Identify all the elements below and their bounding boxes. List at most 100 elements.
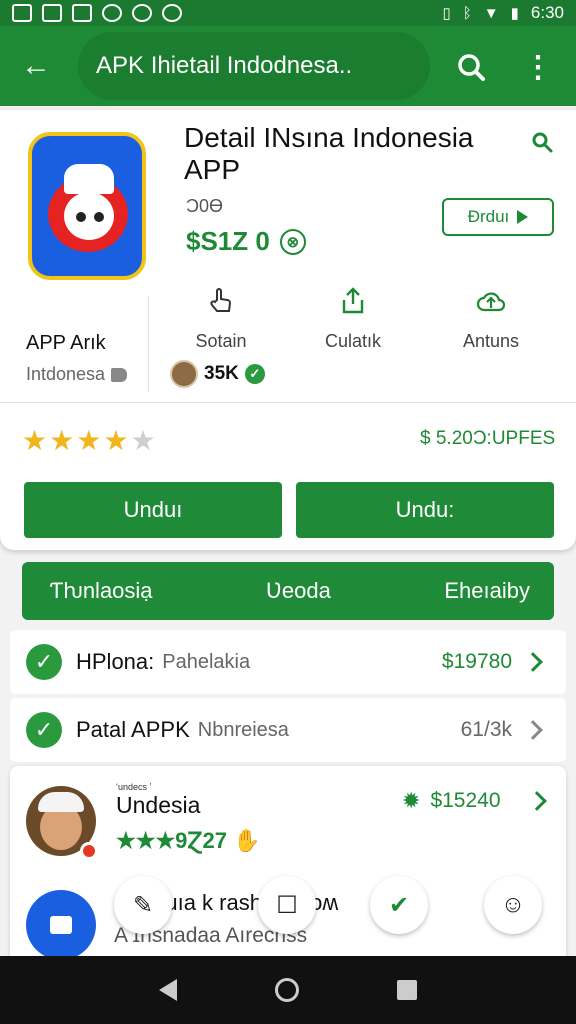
more-vert-icon: ⋮ xyxy=(523,50,553,84)
developer-location: Intdonesa xyxy=(26,364,128,385)
card-rating: ★★★9Ɀ27 ✋ xyxy=(116,828,260,854)
wifi-icon: ▼ xyxy=(483,4,499,22)
notification-icons xyxy=(12,4,182,22)
user-count-row[interactable]: 35K ✓ xyxy=(170,360,265,388)
bluetooth-icon: ᛒ xyxy=(462,4,472,22)
tag-icon xyxy=(111,367,128,382)
app-title: Detail INsına Indonesia APP xyxy=(184,122,474,185)
card-title: Undesia xyxy=(116,792,201,818)
star-filled-icon: ★ xyxy=(76,425,102,456)
action-label: Culatık xyxy=(324,331,382,351)
pen-icon: ✎ xyxy=(132,891,154,919)
app-detail-card: Detail INsına Indonesia APP Ɔ0Ɵ $S1Z 0 ⊗… xyxy=(0,110,576,550)
user-icon: ☺ xyxy=(500,891,526,918)
fab-check[interactable]: ✔ xyxy=(370,876,428,934)
chevron-right-icon xyxy=(523,652,543,672)
list-item[interactable]: ✓ Patal APPK Nbnreiesa 61/3k xyxy=(10,698,566,762)
vertical-divider xyxy=(148,296,149,392)
card-price: ✹ $15240 xyxy=(402,788,501,814)
app-icon-hat xyxy=(64,164,114,194)
list-item-desc: Pahelakia xyxy=(162,650,251,673)
lock-icon xyxy=(50,916,72,934)
check-mark-icon: ✔ xyxy=(388,891,410,919)
check-circle-icon: ✓ xyxy=(26,712,62,748)
star-filled-icon: ★ xyxy=(22,425,48,456)
back-button[interactable]: ← xyxy=(6,36,66,96)
list-item-name: HPlona: xyxy=(76,649,155,674)
notification-check-icon xyxy=(42,4,62,22)
unduh-button-left[interactable]: Unduı xyxy=(24,482,282,538)
title-search-icon[interactable] xyxy=(530,130,554,154)
action-culatik[interactable]: Culatık xyxy=(298,286,408,352)
back-arrow-icon: ← xyxy=(21,49,51,82)
tab-3[interactable]: Eheıaiby xyxy=(444,578,530,604)
app-icon[interactable] xyxy=(28,132,146,280)
card-price-text: $15240 xyxy=(430,789,501,812)
list-item-name: Patal APPK xyxy=(76,717,190,742)
status-time: 6:30 xyxy=(530,3,564,22)
tabs-bar: Ƭƕnlaosiạ Ʋeoda Eheıaiby xyxy=(22,562,554,620)
tab-1[interactable]: Ƭƕnlaosiạ xyxy=(50,578,153,604)
star-filled-icon: ★ xyxy=(49,425,75,456)
developer-location-text: Intdonesa xyxy=(26,364,106,384)
notification-gallery-icon xyxy=(72,4,92,22)
list-item-value: $19780 xyxy=(441,650,512,673)
nav-home-icon[interactable] xyxy=(275,978,299,1002)
app-bar-title: APK Ihietail Indodnesa.. xyxy=(96,52,353,79)
check-circle-icon: ✓ xyxy=(26,644,62,680)
notification-image-icon xyxy=(12,4,32,22)
star-empty-icon: ★ xyxy=(130,425,156,456)
app-icon-eye xyxy=(94,212,104,222)
list-item-desc: Nbnreiesa xyxy=(197,718,289,741)
play-arrow-icon xyxy=(517,210,529,224)
action-label: Sotain xyxy=(195,331,247,351)
user-count: 35K xyxy=(204,363,239,384)
fab-user[interactable]: ☺ xyxy=(484,876,542,934)
avatar xyxy=(170,360,198,388)
nav-recents-icon[interactable] xyxy=(397,980,417,1000)
fab-edit[interactable]: ✎ xyxy=(114,876,172,934)
verified-check-icon: ✓ xyxy=(244,364,265,384)
avatar-cap xyxy=(38,792,84,812)
developer-name[interactable]: APP Arık xyxy=(26,332,106,355)
card-rating-text: ★★★9Ɀ27 xyxy=(116,828,227,853)
action-label: Antuns xyxy=(462,331,520,351)
app-price: $S1Z 0 ⊗ xyxy=(186,226,306,257)
list-item[interactable]: ✓ HPlona: Pahelakia $19780 xyxy=(10,630,566,694)
action-sotain[interactable]: Sotain xyxy=(166,286,276,352)
rating-price: $ 5.20Ͻ:UPFES xyxy=(420,428,556,449)
nav-back-icon[interactable] xyxy=(159,979,177,1001)
search-icon xyxy=(458,54,485,81)
unduh-button-right[interactable]: Undu: xyxy=(296,482,554,538)
review-card[interactable]: ʻundecs ʼ Undesia ★★★9Ɀ27 ✋ ✹ $15240 ɔns… xyxy=(10,766,566,966)
app-icon-face-inner xyxy=(64,192,114,240)
vibrate-icon: ▯ xyxy=(442,5,451,22)
chevron-right-icon[interactable] xyxy=(527,791,547,811)
avatar-app xyxy=(26,890,96,960)
divider xyxy=(0,402,576,403)
badge-icon: ✹ xyxy=(402,788,421,813)
unduh-outline-button[interactable]: Ɖrduı xyxy=(442,198,554,236)
hand-pointer-icon xyxy=(210,288,232,312)
tab-2[interactable]: Ʋeoda xyxy=(266,578,331,604)
action-antuns[interactable]: Antuns xyxy=(436,286,546,352)
star-filled-icon: ★ xyxy=(103,425,129,456)
app-subtitle: Ɔ0Ɵ xyxy=(186,196,224,216)
title-search-field[interactable]: APK Ihietail Indodnesa.. xyxy=(78,32,430,100)
unduh-outline-label: Ɖrduı xyxy=(467,207,510,226)
search-button[interactable] xyxy=(446,42,496,92)
fab-square[interactable]: ☐ xyxy=(258,876,316,934)
app-bar: ← APK Ihietail Indodnesa.. ⋮ xyxy=(0,26,576,106)
price-badge-icon: ⊗ xyxy=(279,228,306,255)
app-price-text: $S1Z 0 xyxy=(186,226,270,256)
square-icon: ☐ xyxy=(276,891,298,919)
notification-compass-icon xyxy=(132,4,152,22)
more-options-button[interactable]: ⋮ xyxy=(516,42,560,92)
battery-icon: ▮ xyxy=(510,5,519,22)
status-dot-icon xyxy=(80,842,98,860)
status-bar: ▯ ᛒ ▼ ▮ 6:30 xyxy=(0,0,576,26)
system-nav-bar xyxy=(0,956,576,1024)
star-rating: ★ ★ ★ ★ ★ xyxy=(22,424,156,457)
list-item-value: 61/3k xyxy=(460,718,512,741)
notification-location-icon xyxy=(162,4,182,22)
